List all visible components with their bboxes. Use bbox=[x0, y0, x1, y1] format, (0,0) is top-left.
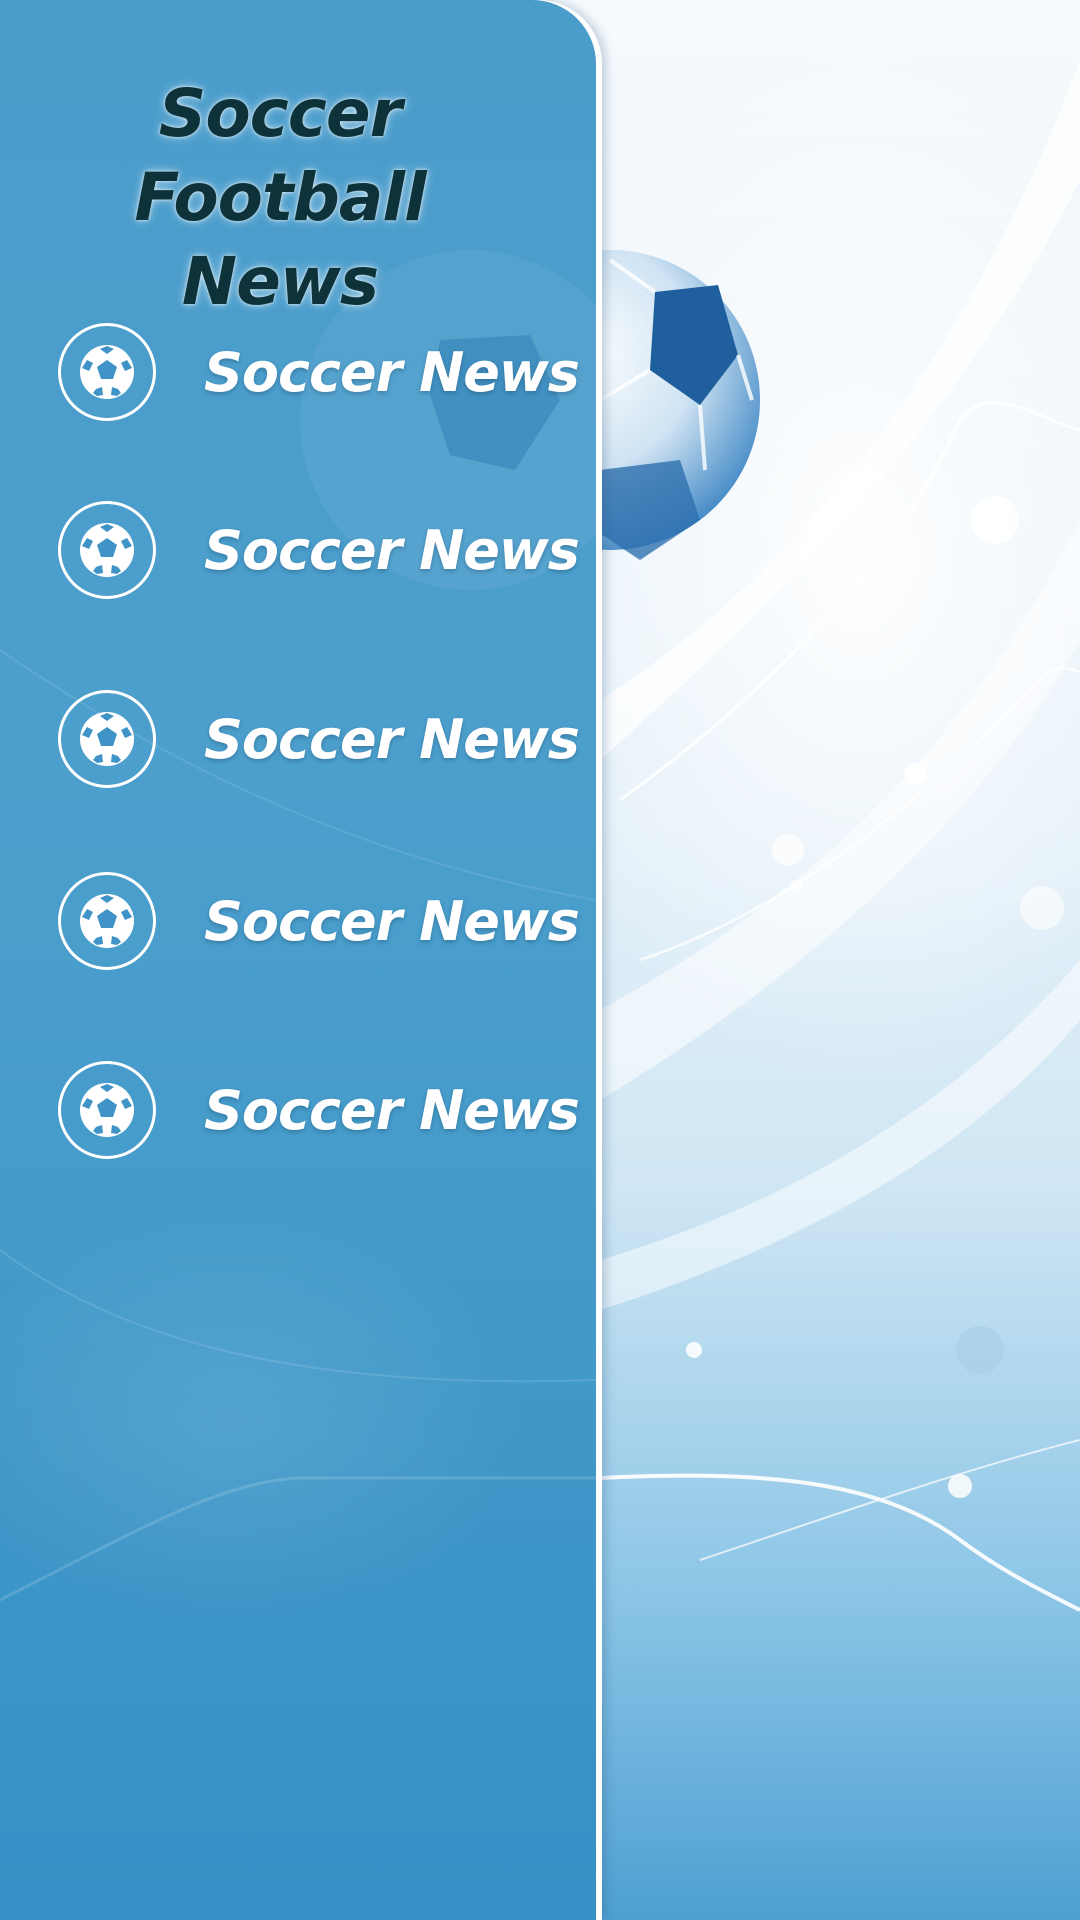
menu-item-soccer-news-1[interactable]: Soccer News bbox=[58, 320, 580, 424]
menu-item-soccer-news-3[interactable]: Soccer News bbox=[58, 687, 580, 791]
menu-item-soccer-news-4[interactable]: Soccer News bbox=[58, 869, 580, 973]
soccer-ball-icon bbox=[58, 1061, 156, 1159]
menu-item-label: Soccer News bbox=[204, 340, 580, 404]
navigation-panel: Soccer Football News Soccer News Soccer … bbox=[0, 0, 596, 1920]
menu-item-label: Soccer News bbox=[204, 889, 580, 953]
menu-item-label: Soccer News bbox=[204, 518, 580, 582]
menu-item-soccer-news-2[interactable]: Soccer News bbox=[58, 498, 580, 602]
menu-item-label: Soccer News bbox=[204, 707, 580, 771]
soccer-ball-icon bbox=[58, 501, 156, 599]
menu-item-soccer-news-5[interactable]: Soccer News bbox=[58, 1058, 580, 1162]
soccer-ball-icon bbox=[58, 323, 156, 421]
menu-item-label: Soccer News bbox=[204, 1078, 580, 1142]
soccer-ball-icon bbox=[58, 690, 156, 788]
soccer-ball-icon bbox=[58, 872, 156, 970]
menu-list: Soccer News Soccer News Soccer News Socc… bbox=[0, 0, 596, 1200]
